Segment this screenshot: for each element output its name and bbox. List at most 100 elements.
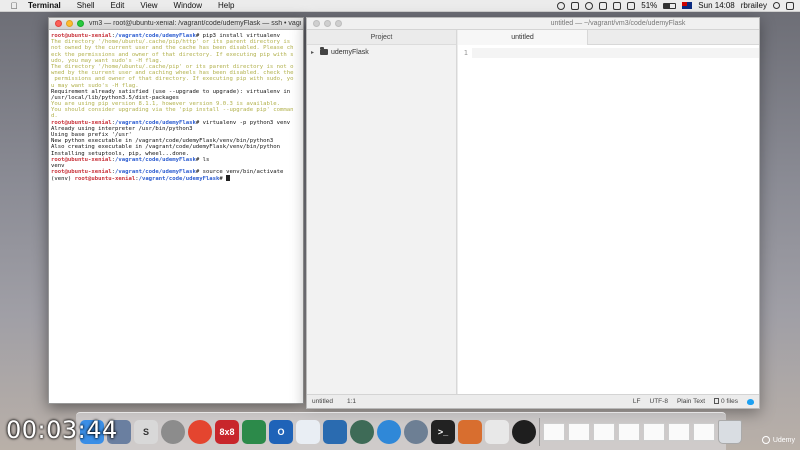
terminal-line: root@ubuntu-xenial:/vagrant/code/udemyFl… <box>51 120 301 126</box>
minimized-window-thumbnail[interactable] <box>618 422 640 441</box>
wifi-icon[interactable] <box>613 1 622 10</box>
terminal-line: not owned by the current user and the ca… <box>51 45 294 52</box>
battery-icon[interactable] <box>663 2 677 9</box>
minimized-window-thumbnail[interactable] <box>693 422 715 441</box>
menubar-clock[interactable]: Sun 14:08 <box>698 1 734 10</box>
atom-window[interactable]: untitled — ~/vagrant/vm3/code/udemyFlask… <box>306 17 760 409</box>
editor-pane[interactable]: untitled 1 <box>458 30 759 394</box>
volume-icon[interactable] <box>627 1 636 10</box>
menu-window[interactable]: Window <box>166 1 210 10</box>
minimized-window-thumbnail[interactable] <box>593 422 615 441</box>
atom-title: untitled — ~/vagrant/vm3/code/udemyFlask <box>550 20 686 27</box>
menubar-user[interactable]: rbrailey <box>741 1 767 10</box>
status-cursor-position[interactable]: 1:1 <box>347 398 356 405</box>
prompt-command: virtualenv -p python3 venv <box>202 119 291 126</box>
status-app-icon[interactable] <box>557 1 566 10</box>
safari-icon[interactable] <box>377 419 401 444</box>
minimized-window-thumbnail[interactable] <box>668 422 690 441</box>
mail-icon[interactable] <box>296 419 320 444</box>
prompt-hash: # <box>195 33 203 39</box>
video-timecode: 00:03:44 <box>6 416 118 444</box>
prompt-user: root@ubuntu-xenial <box>51 169 112 176</box>
preview-icon[interactable] <box>485 419 509 444</box>
prompt-user: root@ubuntu-xenial <box>51 33 112 39</box>
terminal-cursor <box>226 175 231 182</box>
chevron-right-icon[interactable]: ▸ <box>311 49 317 56</box>
window-controls <box>55 20 84 27</box>
minimized-window-thumbnail[interactable] <box>568 422 590 441</box>
terminal-output[interactable]: root@ubuntu-xenial:/vagrant/code/udemyFl… <box>49 30 303 182</box>
terminal-titlebar[interactable]: vm3 — root@ubuntu-xenial: /vagrant/code/… <box>49 18 303 30</box>
udemy-logo-icon <box>761 436 770 444</box>
prompt-hash: # <box>195 169 203 176</box>
terminal-line: You should consider upgrading via the 'p… <box>51 107 294 114</box>
editor-line[interactable]: 1 <box>458 48 759 58</box>
prompt-hash: # <box>195 156 203 163</box>
scrivener-icon[interactable]: S <box>134 419 158 444</box>
apple-icon[interactable]:  <box>8 1 20 11</box>
menubar:  Terminal Shell Edit View Window Help 5… <box>0 0 800 12</box>
prompt-command: ls <box>202 156 210 163</box>
udemy-brand-text: Udemy <box>772 436 795 444</box>
menu-edit[interactable]: Edit <box>103 1 133 10</box>
input-source-flag-icon[interactable] <box>682 2 693 9</box>
dock: S 8x8 O >_ <box>76 412 742 450</box>
terminal-line: (venv) root@ubuntu-xenial:/vagrant/code/… <box>51 175 301 182</box>
folder-icon <box>320 47 328 55</box>
globe-icon[interactable] <box>404 419 428 444</box>
tree-item-folder[interactable]: ▸ udemyFlask <box>307 45 456 59</box>
prompt-path: /vagrant/code/udemyFlask <box>115 156 196 163</box>
dock-icon-label: O <box>277 426 285 437</box>
spotlight-search-icon[interactable] <box>773 2 780 9</box>
menu-shell[interactable]: Shell <box>69 1 103 10</box>
8x8-icon[interactable]: 8x8 <box>215 419 239 444</box>
minimize-window-button[interactable] <box>66 20 73 27</box>
bluetooth-icon[interactable] <box>599 1 608 10</box>
menu-view[interactable]: View <box>132 1 165 10</box>
outlook-icon[interactable]: O <box>269 419 293 444</box>
status-line-ending[interactable]: LF <box>633 398 641 405</box>
minimized-window-thumbnail[interactable] <box>543 422 565 441</box>
editor-text-area[interactable] <box>472 48 759 58</box>
atom-icon[interactable] <box>350 419 374 444</box>
pen-icon[interactable] <box>458 419 482 444</box>
status-git-files[interactable]: 0 files <box>714 398 738 405</box>
screen-sharing-icon[interactable] <box>242 419 266 444</box>
menu-app-terminal[interactable]: Terminal <box>20 1 69 10</box>
dock-icon-label: S <box>142 426 149 437</box>
terminal-icon[interactable]: >_ <box>431 419 455 444</box>
prompt-command: source venv/bin/activate <box>202 169 284 176</box>
atom-titlebar[interactable]: untitled — ~/vagrant/vm3/code/udemyFlask <box>307 18 759 30</box>
menubar-status-area: 51% Sun 14:08 rbrailey <box>557 1 800 10</box>
terminal-line: permissions and owner of that directory.… <box>51 76 294 83</box>
prompt-hash: # <box>195 119 203 126</box>
dock-separator <box>539 417 540 446</box>
terminal-line: Also creating executable in /vagrant/cod… <box>51 144 281 151</box>
notification-center-icon[interactable] <box>786 1 794 10</box>
tree-view-header[interactable]: Project <box>307 30 456 45</box>
status-grammar[interactable]: Plain Text <box>677 398 705 405</box>
tree-view[interactable]: Project ▸ udemyFlask <box>307 30 457 394</box>
system-preferences-icon[interactable] <box>161 419 185 444</box>
chrome-icon[interactable] <box>188 419 212 444</box>
virtualbox-icon[interactable] <box>323 419 347 444</box>
status-menu-icon[interactable] <box>571 1 580 10</box>
trash-icon[interactable] <box>718 419 742 444</box>
close-window-button[interactable] <box>55 20 62 27</box>
tab-untitled[interactable]: untitled <box>458 30 588 45</box>
prompt-user: root@ubuntu-xenial <box>51 156 112 163</box>
twitter-bird-icon[interactable] <box>747 398 754 405</box>
zoom-window-button[interactable] <box>77 20 84 27</box>
minimized-window-thumbnail[interactable] <box>643 422 665 441</box>
menu-help[interactable]: Help <box>210 1 242 10</box>
venv-prefix: (venv) <box>51 176 75 182</box>
status-file-name[interactable]: untitled <box>312 398 333 405</box>
udemy-watermark: Udemy <box>761 436 795 444</box>
terminal-title: vm3 — root@ubuntu-xenial: /vagrant/code/… <box>89 20 301 27</box>
prompt-user: root@ubuntu-xenial <box>51 119 112 126</box>
battery-percent[interactable]: 51% <box>641 1 657 10</box>
status-circle-icon[interactable] <box>585 1 594 10</box>
status-encoding[interactable]: UTF-8 <box>650 398 668 405</box>
terminal-window[interactable]: vm3 — root@ubuntu-xenial: /vagrant/code/… <box>48 17 304 404</box>
obs-icon[interactable] <box>512 419 536 444</box>
